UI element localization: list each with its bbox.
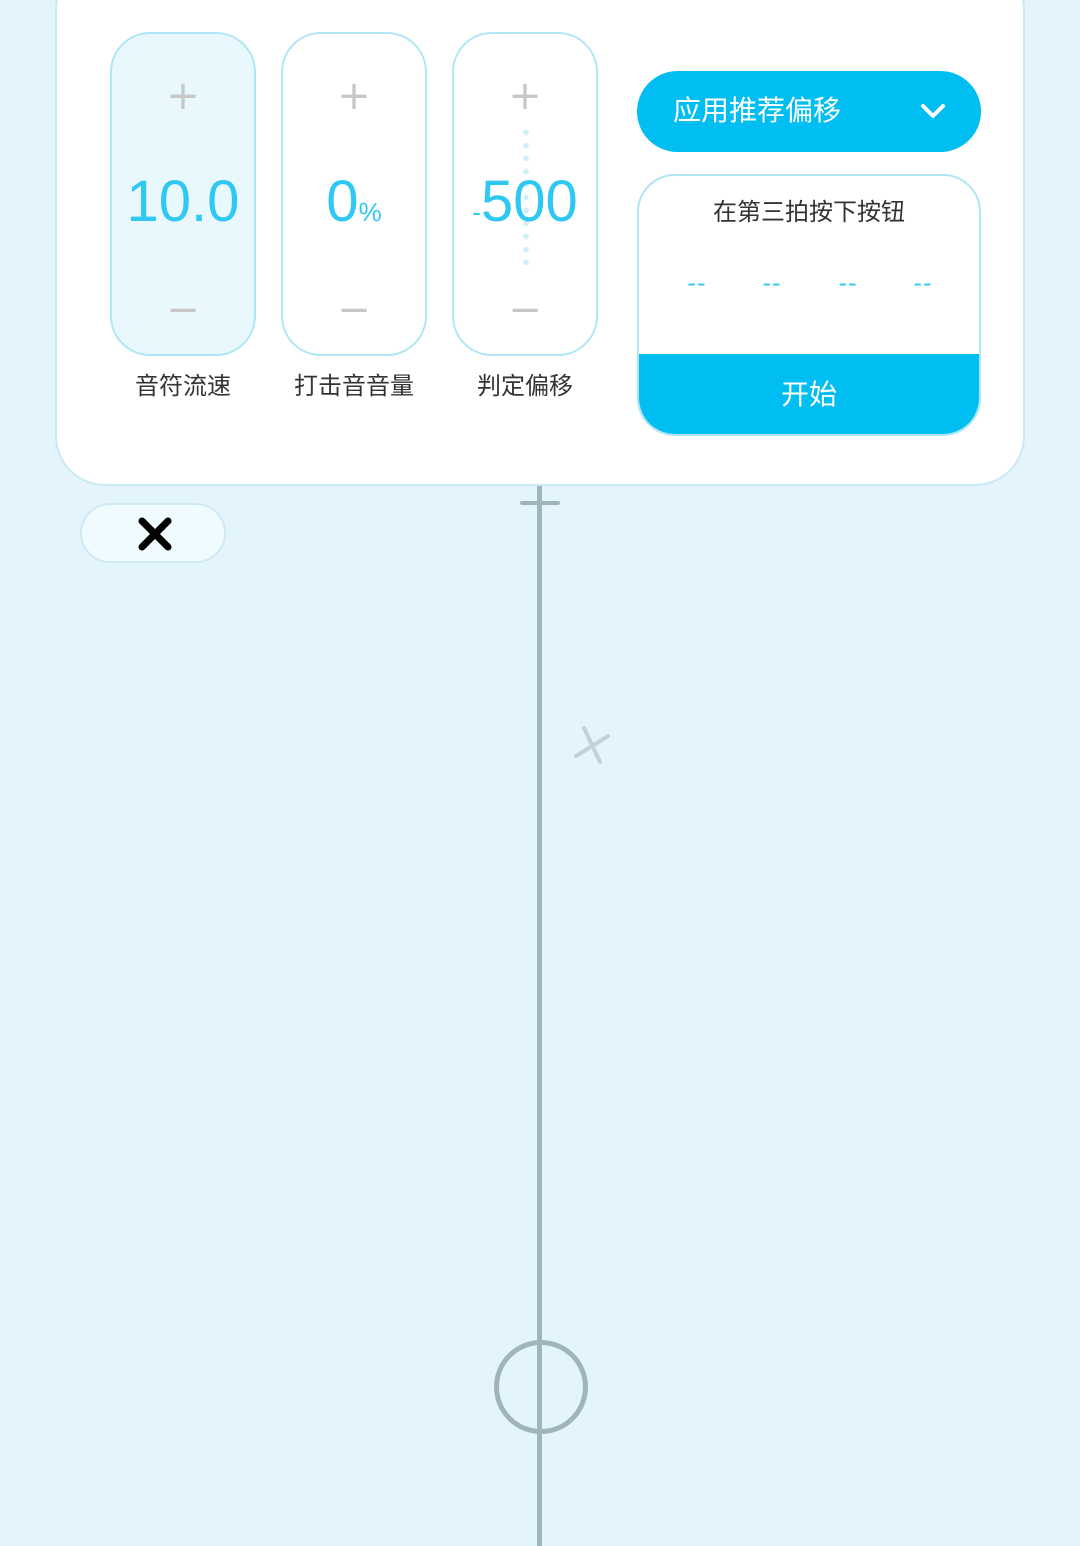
hit-volume-knob[interactable]: + 0% − bbox=[281, 32, 427, 356]
judge-offset-label: 判定偏移 bbox=[477, 372, 573, 400]
close-button[interactable] bbox=[80, 503, 226, 563]
hit-volume-minus-button[interactable]: − bbox=[283, 290, 425, 330]
hit-volume-control: + 0% − 打击音音量 bbox=[281, 32, 427, 402]
judge-offset-plus-button[interactable]: + bbox=[454, 76, 596, 116]
apply-recommended-offset-button[interactable]: 应用推荐偏移 bbox=[637, 71, 981, 152]
hit-volume-label: 打击音音量 bbox=[294, 372, 414, 400]
calibration-slot-1: -- bbox=[687, 269, 707, 297]
judge-offset-control: + -500 − 判定偏移 bbox=[452, 32, 598, 402]
judge-offset-minus-button[interactable]: − bbox=[454, 290, 596, 330]
note-speed-number: 10.0 bbox=[126, 169, 240, 234]
apply-recommended-offset-label: 应用推荐偏移 bbox=[673, 94, 842, 127]
note-speed-value: 10.0 bbox=[112, 168, 254, 246]
chevron-down-icon bbox=[921, 104, 945, 118]
calibration-instruction: 在第三拍按下按钮 bbox=[713, 198, 905, 226]
calibration-slot-3: -- bbox=[838, 269, 858, 297]
note-speed-control: + 10.0 − 音符流速 bbox=[110, 32, 256, 402]
calibration-slot-2: -- bbox=[762, 269, 782, 297]
note-speed-knob[interactable]: + 10.0 − bbox=[110, 32, 256, 356]
hit-circle bbox=[494, 1340, 588, 1434]
calibration-card: 在第三拍按下按钮 -- -- -- -- 开始 bbox=[637, 174, 981, 436]
close-icon bbox=[138, 517, 172, 551]
track-top-tick bbox=[520, 501, 560, 505]
start-calibration-button[interactable]: 开始 bbox=[639, 354, 979, 434]
note-speed-minus-button[interactable]: − bbox=[112, 290, 254, 330]
judge-offset-value: -500 bbox=[454, 168, 596, 246]
calibration-slot-4: -- bbox=[913, 269, 933, 297]
hit-volume-number: 0 bbox=[326, 169, 359, 234]
judge-offset-number: 500 bbox=[480, 169, 578, 234]
hit-volume-unit: % bbox=[358, 197, 382, 227]
hit-volume-plus-button[interactable]: + bbox=[283, 76, 425, 116]
judge-offset-knob[interactable]: + -500 − bbox=[452, 32, 598, 356]
falling-note-x-icon bbox=[574, 726, 610, 764]
hit-volume-value: 0% bbox=[283, 168, 425, 246]
note-speed-plus-button[interactable]: + bbox=[112, 76, 254, 116]
settings-panel: + 10.0 − 音符流速 + 0% − 打击音音量 + -500 − 判定偏移… bbox=[55, 0, 1025, 486]
note-speed-label: 音符流速 bbox=[135, 372, 231, 400]
judge-offset-prefix: - bbox=[472, 197, 481, 227]
